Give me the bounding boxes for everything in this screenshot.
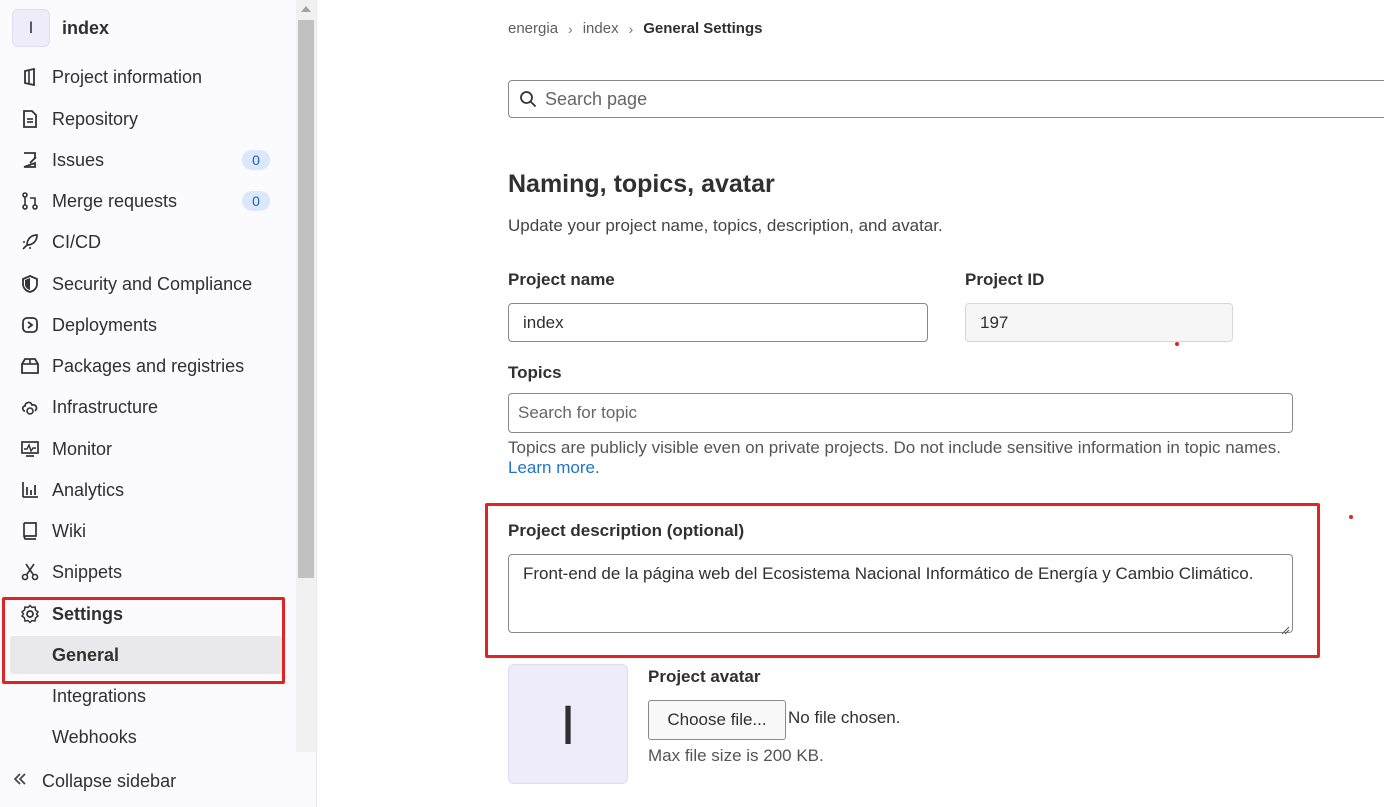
annotation-dot [1349,515,1353,519]
project-avatar-label: Project avatar [648,667,761,686]
sidebar-item-label: Analytics [52,479,125,500]
project-description-textarea[interactable]: Front-end de la página web del Ecosistem… [508,554,1293,635]
project-name-input[interactable]: index [508,303,928,342]
search-icon [519,89,539,109]
project-avatar-preview: I [508,664,628,784]
project-header[interactable]: I index [12,8,109,48]
merge-requests-count-badge: 0 [242,191,270,211]
project-id-label: Project ID [965,270,1045,289]
sidebar-item-label: Project information [52,66,203,87]
collapse-sidebar-button[interactable]: Collapse sidebar [12,762,176,800]
annotation-highlight-settings [2,597,285,684]
sidebar-item-label: Webhooks [52,726,137,747]
sidebar-scrollbar[interactable] [296,0,316,752]
breadcrumb-current[interactable]: General Settings [643,20,762,37]
sidebar-item-label: Infrastructure [52,396,159,417]
sidebar-item-wiki[interactable]: Wiki [10,512,282,550]
document-icon [20,109,40,129]
chevron-right-icon: › [568,20,573,37]
book-icon [20,521,40,541]
file-status-text: No file chosen. [788,708,901,727]
sidebar-item-label: Wiki [52,520,86,541]
sidebar-item-label: Repository [52,108,139,129]
sidebar-item-snippets[interactable]: Snippets [10,553,282,591]
chevron-right-icon: › [628,20,634,37]
deployments-icon [20,315,40,335]
sidebar: I index Project information Repository I… [0,0,317,807]
project-description-value: Front-end de la página web del Ecosistem… [523,564,1254,583]
topics-placeholder: Search for topic [518,403,638,422]
sidebar-item-label: Merge requests [52,190,178,211]
sidebar-item-infrastructure[interactable]: Infrastructure [10,388,282,426]
double-chevron-left-icon [12,771,36,792]
chart-icon [20,480,40,500]
sidebar-item-packages[interactable]: Packages and registries [10,347,282,385]
breadcrumb: energia › index › General Settings [508,20,762,37]
learn-more-link[interactable]: Learn more [508,458,595,477]
choose-file-button[interactable]: Choose file... [648,700,786,740]
sidebar-item-analytics[interactable]: Analytics [10,471,282,509]
breadcrumb-item-group[interactable]: energia [508,20,558,37]
topics-help: Topics are publicly visible even on priv… [508,438,1281,457]
max-file-size-text: Max file size is 200 KB. [648,746,824,765]
sidebar-item-label: Security and Compliance [52,273,253,294]
project-name-value: index [523,312,564,332]
sidebar-item-monitor[interactable]: Monitor [10,430,282,468]
sidebar-item-deployments[interactable]: Deployments [10,306,282,344]
sidebar-item-label: Issues [52,149,105,170]
issues-icon [20,150,40,170]
sidebar-item-label: Deployments [52,314,158,335]
project-name-label: Project name [508,270,615,289]
sidebar-item-label: Snippets [52,561,123,582]
topics-input[interactable]: Search for topic [508,393,1293,433]
annotation-dot [1175,342,1179,346]
topics-label: Topics [508,363,562,382]
search-page-box[interactable] [508,80,1384,118]
sidebar-item-merge-requests[interactable]: Merge requests 0 [10,182,282,220]
project-description-label: Project description (optional) [508,521,745,540]
sidebar-item-label: Monitor [52,438,113,459]
project-id-field: 197 [965,303,1233,342]
collapse-sidebar-label: Collapse sidebar [42,770,177,791]
scissors-icon [20,562,40,582]
sidebar-item-label: Integrations [52,685,147,706]
section-title: Naming, topics, avatar [508,170,775,198]
sidebar-item-label: Packages and registries [52,355,245,376]
search-page-input[interactable] [543,87,1347,111]
monitor-icon [20,439,40,459]
scroll-up-arrow-icon[interactable] [301,6,311,12]
topics-help-text: Topics are publicly visible even on priv… [508,438,1288,478]
project-id-value: 197 [980,312,1009,332]
section-description: Update your project name, topics, descri… [508,216,943,235]
period-text: . [594,458,600,477]
package-icon [20,356,40,376]
sidebar-item-ci-cd[interactable]: CI/CD [10,223,282,261]
sidebar-item-project-information[interactable]: Project information [10,58,282,96]
sidebar-item-security[interactable]: Security and Compliance [10,265,282,303]
shield-icon [20,274,40,294]
merge-request-icon [20,191,40,211]
sidebar-item-label: CI/CD [52,231,101,252]
issues-count-badge: 0 [242,150,270,170]
rocket-icon [20,232,40,252]
project-avatar: I [12,9,50,47]
project-name: index [62,17,110,38]
sidebar-item-repository[interactable]: Repository [10,100,282,138]
scroll-thumb[interactable] [298,20,314,578]
resize-grip-icon[interactable] [1280,620,1290,635]
breadcrumb-item-project[interactable]: index [583,20,619,37]
sidebar-subitem-webhooks[interactable]: Webhooks [10,718,282,756]
sidebar-item-issues[interactable]: Issues 0 [10,141,282,179]
cloud-gear-icon [20,397,40,417]
project-info-icon [20,67,40,87]
